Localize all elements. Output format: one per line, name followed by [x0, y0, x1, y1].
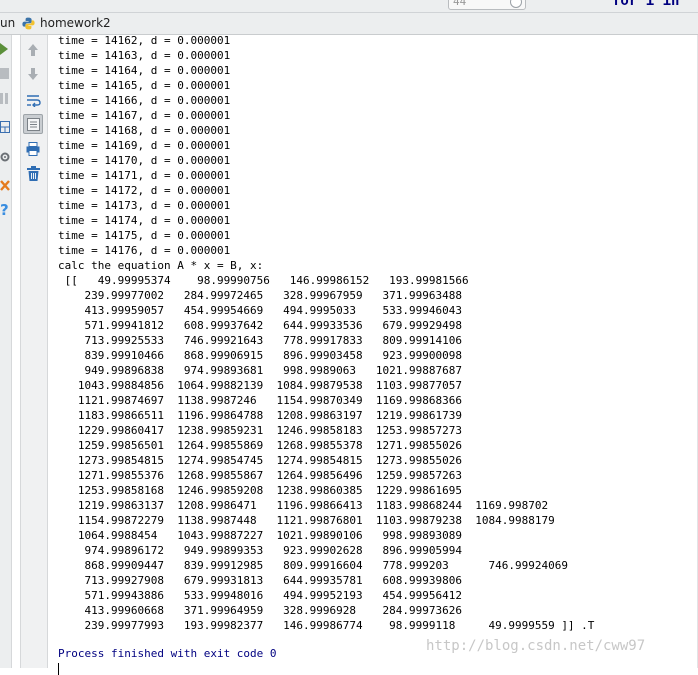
console-line: time = 14165, d = 0.000001	[58, 79, 231, 92]
run-panel-label: un	[0, 16, 16, 30]
console-line: 1043.99884856 1064.99882139 1084.9987953…	[58, 379, 462, 392]
clear-console-button[interactable]	[23, 163, 43, 183]
console-line: 239.99977993 193.99982377 146.99986774 9…	[58, 619, 595, 632]
console-line: 1121.99874697 1138.9987246 1154.99870349…	[58, 394, 462, 407]
console-line: time = 14175, d = 0.000001	[58, 229, 231, 242]
console-line: 571.99941812 608.99937642 644.99933536 6…	[58, 319, 462, 332]
console-line: time = 14163, d = 0.000001	[58, 49, 231, 62]
console-line: time = 14164, d = 0.000001	[58, 64, 231, 77]
console-line: 1259.99856501 1264.99855869 1268.9985537…	[58, 439, 462, 452]
close-icon[interactable]	[0, 180, 10, 191]
console-line: 413.99959057 454.99954669 494.9995033 53…	[58, 304, 462, 317]
console-line: 1229.99860417 1238.99859231 1246.9985818…	[58, 424, 462, 437]
console-line: 1271.99855376 1268.99855867 1264.9985649…	[58, 469, 462, 482]
print-button[interactable]	[23, 139, 43, 159]
console-line: time = 14166, d = 0.000001	[58, 94, 231, 107]
console-line: time = 14169, d = 0.000001	[58, 139, 231, 152]
console-line: [[ 49.99995374 98.99990756 146.99986152 …	[58, 274, 469, 287]
watermark: http://blog.csdn.net/cww97	[426, 638, 646, 654]
soft-wrap-icon	[26, 94, 41, 107]
console-line: 713.99925533 746.99921643 778.99917833 8…	[58, 334, 462, 347]
editor-top-strip: 44 for i in	[0, 0, 698, 13]
console-line: time = 14172, d = 0.000001	[58, 184, 231, 197]
console-line: 713.99927908 679.99931813 644.99935781 6…	[58, 574, 462, 587]
console-line: time = 14167, d = 0.000001	[58, 109, 231, 122]
console-line: time = 14162, d = 0.000001	[58, 34, 231, 47]
console-line: 413.99960668 371.99964959 328.9996928 28…	[58, 604, 462, 617]
layout-icon[interactable]	[0, 121, 10, 133]
run-panel-header: un homework2	[0, 13, 698, 35]
up-stack-button[interactable]	[23, 40, 43, 60]
console-line: time = 14171, d = 0.000001	[58, 169, 231, 182]
console-line: 974.99896172 949.99899353 923.99902628 8…	[58, 544, 462, 557]
console-line: 239.99977002 284.99972465 328.99967959 3…	[58, 289, 462, 302]
editor-code-fragment: for i in	[612, 0, 680, 9]
console-line: calc the equation A * x = B, x:	[58, 259, 264, 272]
console-line: time = 14173, d = 0.000001	[58, 199, 231, 212]
console-line: 1253.99858168 1246.99859208 1238.9986038…	[58, 484, 462, 497]
console-line: 868.99909447 839.99912985 809.99916604 7…	[58, 559, 568, 572]
console-line: time = 14170, d = 0.000001	[58, 154, 231, 167]
help-icon[interactable]: ?	[0, 202, 10, 218]
exit-message: Process finished with exit code 0	[58, 647, 277, 660]
settings-icon[interactable]	[0, 151, 10, 163]
console-line: time = 14174, d = 0.000001	[58, 214, 231, 227]
run-actions-strip: ?	[0, 35, 12, 668]
console-line: 571.99943886 533.99948016 494.99952193 4…	[58, 589, 462, 602]
run-tab-homework2[interactable]: homework2	[40, 13, 111, 34]
console-toolbar	[20, 35, 48, 668]
console-line: 1154.99872279 1138.9987448 1121.99876801…	[58, 514, 555, 527]
text-caret	[58, 663, 59, 675]
console-line: 1219.99863137 1208.9986471 1196.99866413…	[58, 499, 549, 512]
console-line: 1273.99854815 1274.99854745 1274.9985481…	[58, 454, 462, 467]
console-line: 1064.9988454 1043.99887227 1021.99890106…	[58, 529, 462, 542]
svg-text:?: ?	[0, 202, 9, 218]
play-icon[interactable]	[0, 43, 9, 55]
trash-icon	[26, 165, 40, 181]
scroll-to-end-button[interactable]	[23, 114, 43, 134]
console-line: 839.99910466 868.99906915 896.99903458 9…	[58, 349, 462, 362]
down-stack-button[interactable]	[23, 64, 43, 84]
console-line: time = 14176, d = 0.000001	[58, 244, 231, 257]
console-line: 1183.99866511 1196.99864788 1208.9986319…	[58, 409, 462, 422]
down-arrow-icon	[28, 68, 38, 80]
scroll-to-end-icon	[26, 117, 40, 131]
console-line: 949.99896838 974.99893681 998.9989063 10…	[58, 364, 462, 377]
console-line: time = 14168, d = 0.000001	[58, 124, 231, 137]
console-lines: time = 14162, d = 0.000001 time = 14163, …	[58, 33, 594, 633]
console-output[interactable]: time = 14162, d = 0.000001 time = 14163, …	[58, 33, 698, 675]
stop-icon[interactable]	[0, 68, 9, 79]
print-icon	[26, 142, 40, 156]
python-icon	[22, 17, 35, 30]
soft-wrap-button[interactable]	[23, 90, 43, 110]
up-arrow-icon	[28, 44, 38, 56]
pause-icon[interactable]	[0, 93, 9, 104]
